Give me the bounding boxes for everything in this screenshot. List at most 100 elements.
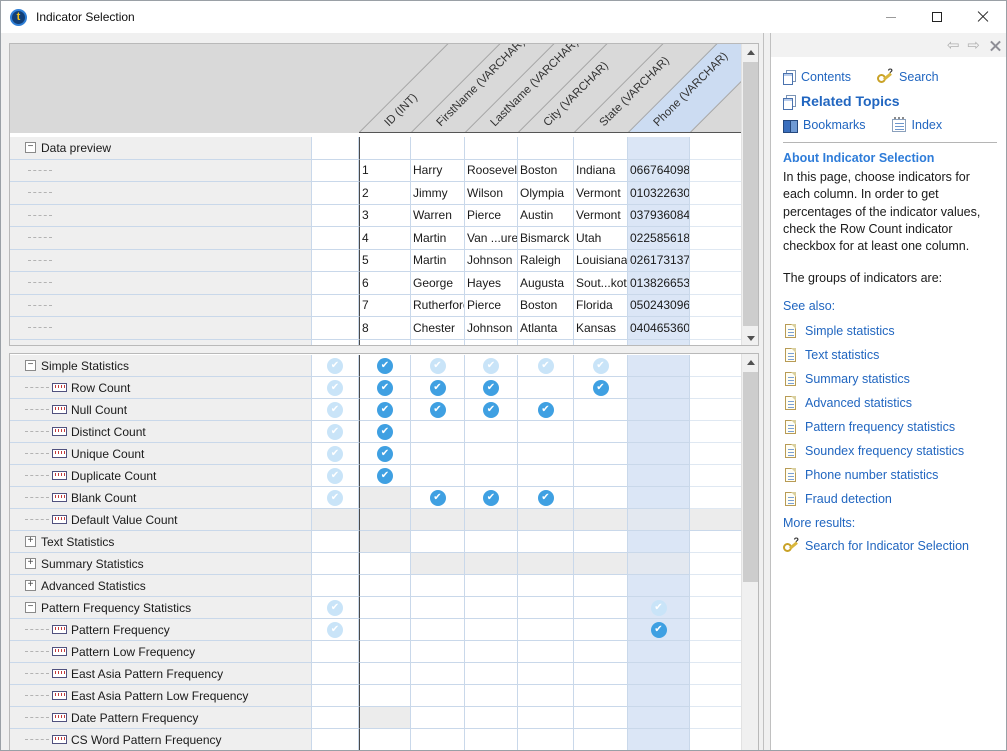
indicator-checkbox-cell[interactable]: [465, 619, 518, 641]
indicator-row-label[interactable]: Row Count: [10, 377, 312, 399]
indicator-row-label[interactable]: +Advanced Statistics: [10, 575, 312, 597]
indicator-checkbox-cell[interactable]: [465, 597, 518, 619]
indicator-checkbox-cell[interactable]: [628, 465, 690, 487]
indicator-checkbox-cell[interactable]: [628, 575, 690, 597]
indicator-checkbox-cell[interactable]: [465, 355, 518, 377]
indicator-checkbox-cell[interactable]: [411, 421, 465, 443]
see-also-item[interactable]: Summary statistics: [783, 371, 997, 387]
indicator-checkbox-cell[interactable]: [359, 663, 411, 685]
indicator-checkbox-cell[interactable]: [312, 641, 359, 663]
see-also-item[interactable]: Pattern frequency statistics: [783, 419, 997, 435]
indicator-row-label[interactable]: Default Value Count: [10, 509, 312, 531]
indicator-checkbox-cell[interactable]: [312, 355, 359, 377]
indicator-checkbox-cell[interactable]: [628, 355, 690, 377]
see-also-item[interactable]: Text statistics: [783, 347, 997, 363]
indicator-checkbox-cell[interactable]: [518, 663, 574, 685]
see-also-item[interactable]: Soundex frequency statistics: [783, 443, 997, 459]
indicator-checkbox-cell[interactable]: [359, 729, 411, 751]
indicator-checkbox-cell[interactable]: [411, 729, 465, 751]
indicator-checkbox-cell[interactable]: [574, 663, 628, 685]
indicator-checkbox-cell[interactable]: [574, 421, 628, 443]
indicator-row-label[interactable]: +Text Statistics: [10, 531, 312, 553]
see-also-item[interactable]: Phone number statistics: [783, 467, 997, 483]
indicator-checkbox-cell[interactable]: [574, 641, 628, 663]
indicator-checkbox-cell[interactable]: [411, 641, 465, 663]
indicator-checkbox-cell[interactable]: [465, 663, 518, 685]
forward-icon[interactable]: ⇨: [967, 38, 980, 53]
see-also-topic-link[interactable]: Simple statistics: [805, 324, 895, 338]
indicator-checkbox-cell[interactable]: [574, 553, 628, 575]
indicator-checkbox-cell[interactable]: [628, 377, 690, 399]
indicator-row-label[interactable]: Distinct Count: [10, 421, 312, 443]
column-header-id[interactable]: ID (INT): [383, 92, 420, 129]
indicator-checkbox-cell[interactable]: [574, 377, 628, 399]
close-button[interactable]: [960, 1, 1006, 33]
indicator-checkbox-cell[interactable]: [518, 487, 574, 509]
search-link[interactable]: Search: [899, 70, 939, 84]
indicator-checkbox-cell[interactable]: [359, 509, 411, 531]
indicator-checkbox-cell[interactable]: [465, 641, 518, 663]
expand-expander-icon[interactable]: +: [25, 536, 36, 547]
indicator-checkbox-cell[interactable]: [312, 729, 359, 751]
indicator-checkbox-cell[interactable]: [411, 597, 465, 619]
see-also-topic-link[interactable]: Soundex frequency statistics: [805, 444, 964, 458]
indicator-checkbox-cell[interactable]: [518, 531, 574, 553]
indicator-checkbox-cell[interactable]: [359, 619, 411, 641]
collapse-expander-icon[interactable]: −: [25, 602, 36, 613]
indicator-checkbox-cell[interactable]: [359, 575, 411, 597]
indicator-checkbox-cell[interactable]: [518, 553, 574, 575]
indicator-checkbox-cell[interactable]: [574, 465, 628, 487]
indicator-checkbox-cell[interactable]: [574, 399, 628, 421]
indicator-checkbox-cell[interactable]: [628, 443, 690, 465]
see-also-topic-link[interactable]: Summary statistics: [805, 372, 910, 386]
indicator-checkbox-cell[interactable]: [359, 421, 411, 443]
indicator-checkbox-cell[interactable]: [312, 685, 359, 707]
indicator-row-label[interactable]: −Pattern Frequency Statistics: [10, 597, 312, 619]
scroll-down-button[interactable]: [742, 330, 759, 346]
indicator-checkbox-cell[interactable]: [628, 663, 690, 685]
collapse-expander-icon[interactable]: −: [25, 360, 36, 371]
indicator-checkbox-cell[interactable]: [312, 487, 359, 509]
indicator-checkbox-cell[interactable]: [312, 619, 359, 641]
indicator-checkbox-cell[interactable]: [628, 597, 690, 619]
indicator-checkbox-cell[interactable]: [411, 553, 465, 575]
see-also-topic-link[interactable]: Pattern frequency statistics: [805, 420, 955, 434]
indicator-checkbox-cell[interactable]: [574, 487, 628, 509]
indicator-checkbox-cell[interactable]: [628, 641, 690, 663]
scroll-up-button[interactable]: [742, 354, 759, 371]
indicator-checkbox-cell[interactable]: [574, 597, 628, 619]
indicator-checkbox-cell[interactable]: [518, 619, 574, 641]
indicator-checkbox-cell[interactable]: [465, 575, 518, 597]
indicator-checkbox-cell[interactable]: [628, 421, 690, 443]
indicator-checkbox-cell[interactable]: [411, 443, 465, 465]
see-also-item[interactable]: Fraud detection: [783, 491, 997, 507]
indicator-checkbox-cell[interactable]: [628, 399, 690, 421]
indicator-checkbox-cell[interactable]: [574, 729, 628, 751]
indicator-row-label[interactable]: East Asia Pattern Frequency: [10, 663, 312, 685]
indicator-row-label[interactable]: Pattern Low Frequency: [10, 641, 312, 663]
indicator-checkbox-cell[interactable]: [359, 707, 411, 729]
see-also-link[interactable]: See also:: [783, 299, 835, 313]
indicator-row-label[interactable]: East Asia Pattern Low Frequency: [10, 685, 312, 707]
indicator-checkbox-cell[interactable]: [359, 531, 411, 553]
indicator-checkbox-cell[interactable]: [465, 509, 518, 531]
indicator-checkbox-cell[interactable]: [312, 663, 359, 685]
see-also-topic-link[interactable]: Phone number statistics: [805, 468, 938, 482]
indicator-checkbox-cell[interactable]: [411, 377, 465, 399]
indicator-checkbox-cell[interactable]: [628, 509, 690, 531]
indicator-checkbox-cell[interactable]: [465, 487, 518, 509]
indicator-checkbox-cell[interactable]: [518, 465, 574, 487]
maximize-button[interactable]: [914, 1, 960, 33]
indicator-checkbox-cell[interactable]: [465, 399, 518, 421]
indicator-checkbox-cell[interactable]: [359, 355, 411, 377]
indicator-row-label[interactable]: Duplicate Count: [10, 465, 312, 487]
indicator-checkbox-cell[interactable]: [312, 421, 359, 443]
collapse-expander-icon[interactable]: −: [25, 142, 36, 153]
indicator-checkbox-cell[interactable]: [518, 421, 574, 443]
indicator-checkbox-cell[interactable]: [411, 707, 465, 729]
indicator-row-label[interactable]: CS Word Pattern Frequency: [10, 729, 312, 751]
indicator-row-label[interactable]: Null Count: [10, 399, 312, 421]
indicator-checkbox-cell[interactable]: [465, 465, 518, 487]
indicator-checkbox-cell[interactable]: [359, 399, 411, 421]
indicator-checkbox-cell[interactable]: [574, 685, 628, 707]
